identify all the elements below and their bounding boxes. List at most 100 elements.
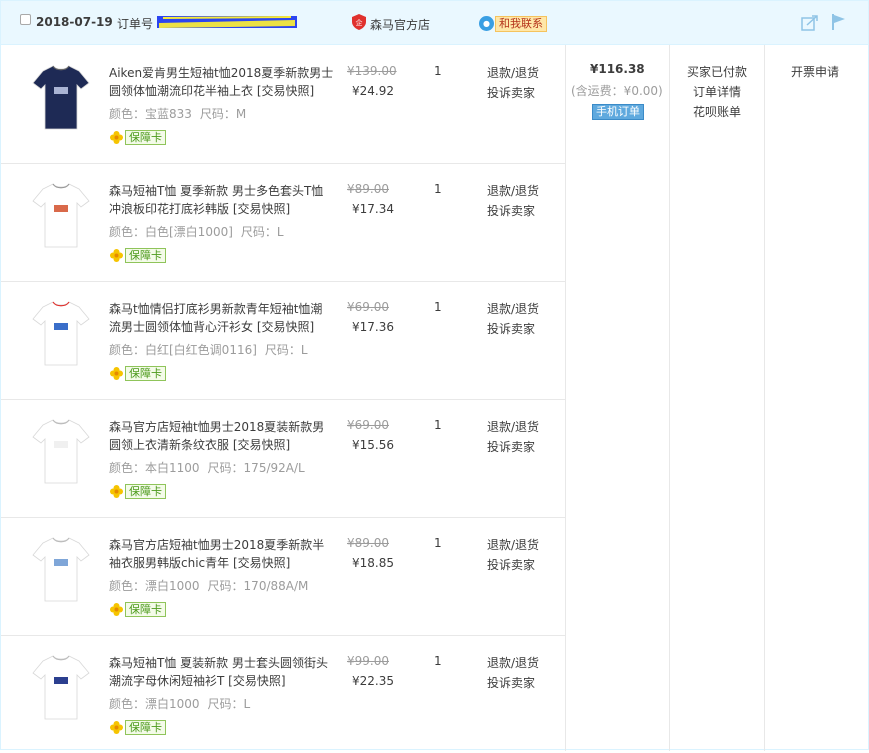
product-color: 颜色：白色[漂白1000]: [109, 225, 233, 239]
complain-seller-link[interactable]: 投诉卖家: [487, 84, 535, 101]
product-size: 尺码：170/88A/M: [207, 579, 309, 593]
flower-icon: [110, 366, 123, 380]
order-total: ¥116.38: [590, 62, 645, 76]
complain-seller-link[interactable]: 投诉卖家: [487, 438, 535, 455]
product-image[interactable]: [21, 529, 101, 609]
guarantee-card-label: 保障卡: [125, 483, 166, 499]
refund-return-link[interactable]: 退款/退货: [487, 64, 539, 81]
product-color: 颜色：宝蓝833: [109, 107, 192, 121]
quantity: 1: [434, 64, 442, 78]
contact-seller-label: 和我联系: [495, 15, 547, 32]
order-card: 2018-07-19 订单号 企 森马官方店 ● 和我联系 Aiken爱肯男生短…: [0, 0, 869, 753]
huabei-bill-link[interactable]: 花呗账单: [685, 103, 749, 120]
guarantee-card-label: 保障卡: [125, 365, 166, 381]
share-icon[interactable]: [801, 14, 819, 31]
product-title[interactable]: 森马官方店短袖t恤男士2018夏季新款半袖衣服男韩版chic青年 [交易快照]: [109, 536, 334, 572]
product-title[interactable]: 森马短袖T恤 夏季新款 男士多色套头T恤冲浪板印花打底衫韩版 [交易快照]: [109, 182, 334, 218]
original-price: ¥139.00: [347, 64, 397, 78]
order-item-row: 森马官方店短袖t恤男士2018夏季新款半袖衣服男韩版chic青年 [交易快照] …: [1, 517, 565, 635]
product-color: 颜色：本白1100: [109, 461, 200, 475]
product-size: 尺码：L: [207, 697, 251, 711]
guarantee-card-badge[interactable]: 保障卡: [109, 247, 166, 263]
order-item-row: 森马短袖T恤 夏季新款 男士多色套头T恤冲浪板印花打底衫韩版 [交易快照] 颜色…: [1, 163, 565, 281]
quantity: 1: [434, 300, 442, 314]
product-image[interactable]: [21, 57, 101, 137]
quantity: 1: [434, 182, 442, 196]
product-sku: 颜色：本白1100 尺码：175/92A/L: [109, 459, 305, 476]
original-price: ¥69.00: [347, 300, 389, 314]
order-checkbox[interactable]: [20, 14, 31, 25]
order-detail-link[interactable]: 订单详情: [685, 83, 749, 100]
paid-price: ¥17.36: [352, 320, 394, 334]
product-color: 颜色：白红[白红色调0116]: [109, 343, 257, 357]
refund-return-link[interactable]: 退款/退货: [487, 654, 539, 671]
order-date: 2018-07-19: [36, 15, 113, 29]
guarantee-card-badge[interactable]: 保障卡: [109, 365, 166, 381]
guarantee-card-badge[interactable]: 保障卡: [109, 719, 166, 735]
refund-return-link[interactable]: 退款/退货: [487, 182, 539, 199]
contact-seller-button[interactable]: ● 和我联系: [479, 15, 547, 32]
chat-bubble-icon: ●: [479, 16, 494, 31]
product-title[interactable]: Aiken爱肯男生短袖t恤2018夏季新款男士圆领体恤潮流印花半袖上衣 [交易快…: [109, 64, 334, 100]
column-divider: [764, 45, 765, 751]
product-image[interactable]: [21, 175, 101, 255]
paid-price: ¥24.92: [352, 84, 394, 98]
flower-icon: [110, 720, 123, 734]
guarantee-card-badge[interactable]: 保障卡: [109, 601, 166, 617]
product-sku: 颜色：白色[漂白1000] 尺码：L: [109, 223, 284, 240]
original-price: ¥99.00: [347, 654, 389, 668]
paid-price: ¥18.85: [352, 556, 394, 570]
flower-icon: [110, 130, 123, 144]
product-title[interactable]: 森马官方店短袖t恤男士2018夏装新款男圆领上衣清新条纹衣服 [交易快照]: [109, 418, 334, 454]
order-item-row: 森马短袖T恤 夏装新款 男士套头圆领街头潮流字母休闲短袖衫T [交易快照] 颜色…: [1, 635, 565, 753]
order-number-label: 订单号: [117, 17, 154, 31]
product-color: 颜色：漂白1000: [109, 697, 200, 711]
product-title[interactable]: 森马t恤情侣打底衫男新款青年短袖t恤潮流男士圆领体恤背心汗衫女 [交易快照]: [109, 300, 334, 336]
original-price: ¥89.00: [347, 182, 389, 196]
original-price: ¥89.00: [347, 536, 389, 550]
shop-shield-icon: 企: [352, 14, 366, 30]
complain-seller-link[interactable]: 投诉卖家: [487, 202, 535, 219]
order-item-row: 森马t恤情侣打底衫男新款青年短袖t恤潮流男士圆领体恤背心汗衫女 [交易快照] 颜…: [1, 281, 565, 399]
redaction-mark: [157, 16, 297, 28]
product-size: 尺码：M: [199, 107, 247, 121]
guarantee-card-label: 保障卡: [125, 601, 166, 617]
complain-seller-link[interactable]: 投诉卖家: [487, 320, 535, 337]
shop-name[interactable]: 森马官方店: [370, 16, 430, 33]
product-image[interactable]: [21, 411, 101, 491]
guarantee-card-label: 保障卡: [125, 247, 166, 263]
product-color: 颜色：漂白1000: [109, 579, 200, 593]
order-item-row: Aiken爱肯男生短袖t恤2018夏季新款男士圆领体恤潮流印花半袖上衣 [交易快…: [1, 45, 565, 163]
complain-seller-link[interactable]: 投诉卖家: [487, 674, 535, 691]
product-size: 尺码：L: [240, 225, 284, 239]
product-title[interactable]: 森马短袖T恤 夏装新款 男士套头圆领街头潮流字母休闲短袖衫T [交易快照]: [109, 654, 334, 690]
product-size: 尺码：175/92A/L: [207, 461, 305, 475]
guarantee-card-badge[interactable]: 保障卡: [109, 129, 166, 145]
order-header: 2018-07-19 订单号 企 森马官方店 ● 和我联系: [1, 1, 868, 45]
paid-price: ¥15.56: [352, 438, 394, 452]
guarantee-card-badge[interactable]: 保障卡: [109, 483, 166, 499]
invoice-request-link[interactable]: 开票申请: [791, 63, 839, 80]
order-status: 买家已付款: [686, 65, 747, 79]
flower-icon: [110, 248, 123, 262]
quantity: 1: [434, 536, 442, 550]
product-size: 尺码：L: [264, 343, 308, 357]
product-image[interactable]: [21, 647, 101, 727]
complain-seller-link[interactable]: 投诉卖家: [487, 556, 535, 573]
column-divider: [669, 45, 670, 751]
paid-price: ¥22.35: [352, 674, 394, 688]
refund-return-link[interactable]: 退款/退货: [487, 300, 539, 317]
guarantee-card-label: 保障卡: [125, 719, 166, 735]
original-price: ¥69.00: [347, 418, 389, 432]
mobile-order-badge: 手机订单: [592, 104, 644, 120]
paid-price: ¥17.34: [352, 202, 394, 216]
flag-icon[interactable]: [831, 13, 847, 31]
quantity: 1: [434, 654, 442, 668]
refund-return-link[interactable]: 退款/退货: [487, 418, 539, 435]
column-divider: [565, 45, 566, 751]
flower-icon: [110, 484, 123, 498]
product-image[interactable]: [21, 293, 101, 373]
refund-return-link[interactable]: 退款/退货: [487, 536, 539, 553]
product-sku: 颜色：漂白1000 尺码：170/88A/M: [109, 577, 308, 594]
product-sku: 颜色：漂白1000 尺码：L: [109, 695, 250, 712]
